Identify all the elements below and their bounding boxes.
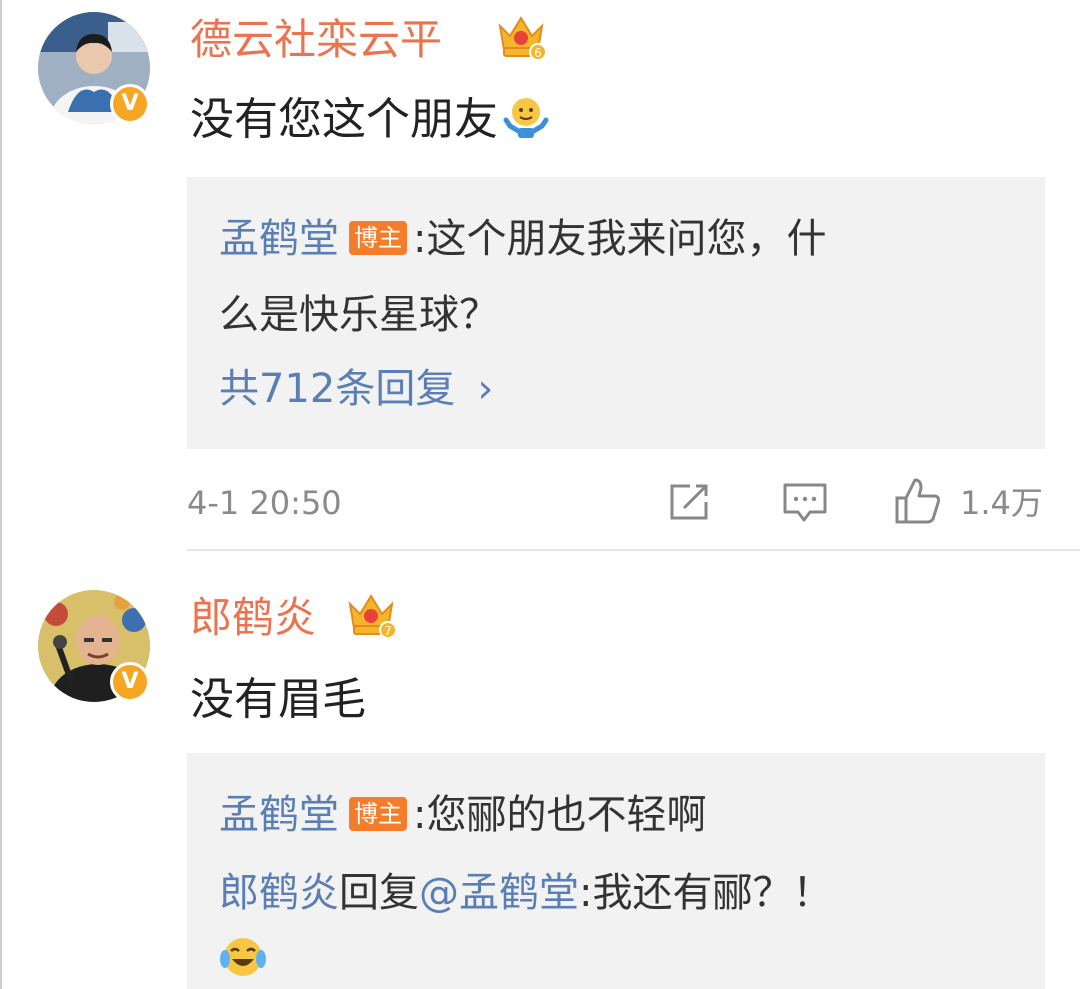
laughing-tears-emoji-icon bbox=[220, 938, 266, 976]
window-edge bbox=[0, 0, 2, 989]
like-icon[interactable] bbox=[893, 476, 943, 526]
like-count: 1.4万 bbox=[960, 484, 1043, 522]
more-replies-label: 共712条回复 bbox=[219, 366, 456, 412]
author-tag: 博主 bbox=[349, 797, 407, 831]
comment-username[interactable]: 郎鹤炎 bbox=[190, 594, 316, 642]
reply-author[interactable]: 孟鹤堂 bbox=[219, 216, 339, 262]
comment-divider bbox=[187, 549, 1080, 551]
reply-text-2: 么是快乐星球？ bbox=[219, 292, 499, 338]
comment-username[interactable]: 德云社栾云平 bbox=[190, 16, 442, 64]
reply-preview[interactable]: 孟鹤堂 博主:您郦的也不轻啊 郎鹤炎回复@孟鹤堂:我还有郦？！ bbox=[187, 753, 1045, 989]
mention-link[interactable]: @孟鹤堂 bbox=[419, 870, 579, 916]
reply-line-1: 孟鹤堂 博主:您郦的也不轻啊 bbox=[219, 791, 706, 839]
comment-icon[interactable] bbox=[782, 482, 828, 524]
reply-colon: : bbox=[413, 216, 427, 262]
reply-colon: : bbox=[413, 792, 427, 838]
reply-preview[interactable]: 孟鹤堂 博主:这个朋友我来问您，什 么是快乐星球？ 共712条回复 › bbox=[187, 177, 1045, 449]
comment-body: 没有您这个朋友 bbox=[190, 94, 498, 145]
verified-icon: V bbox=[110, 84, 150, 124]
reply-line-1: 孟鹤堂 博主:这个朋友我来问您，什 bbox=[219, 215, 826, 263]
sub-reply-text: :我还有郦？！ bbox=[579, 870, 833, 916]
chevron-right-icon: › bbox=[477, 366, 494, 412]
shrug-emoji-icon bbox=[503, 98, 549, 138]
reply-text-1: 您郦的也不轻啊 bbox=[426, 792, 707, 838]
comment-text: 没有眉毛 bbox=[190, 674, 366, 725]
more-replies-link[interactable]: 共712条回复 › bbox=[219, 365, 493, 413]
sub-reply-author[interactable]: 郎鹤炎 bbox=[219, 870, 339, 916]
sub-reply-word: 回复 bbox=[339, 870, 419, 916]
comment-text: 没有您这个朋友 bbox=[190, 94, 552, 146]
verified-icon: V bbox=[110, 662, 150, 702]
repost-icon[interactable] bbox=[668, 482, 712, 522]
crown-icon: 7 bbox=[348, 594, 396, 638]
reply-author[interactable]: 孟鹤堂 bbox=[219, 792, 339, 838]
level-number: 6 bbox=[534, 46, 542, 60]
level-number: 7 bbox=[384, 624, 392, 638]
sub-reply-line: 郎鹤炎回复@孟鹤堂:我还有郦？！ bbox=[219, 869, 832, 917]
author-tag: 博主 bbox=[349, 221, 407, 255]
reply-text-1: 这个朋友我来问您，什 bbox=[426, 216, 827, 262]
timestamp: 4-1 20:50 bbox=[187, 484, 342, 522]
crown-icon: 6 bbox=[498, 16, 546, 60]
